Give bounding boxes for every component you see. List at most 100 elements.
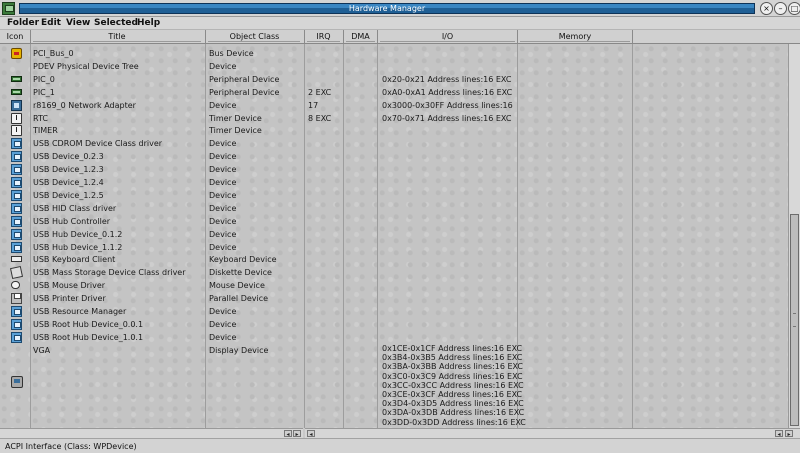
minimize-icon[interactable]: – bbox=[774, 2, 787, 15]
title-drag-bar[interactable]: Hardware Manager bbox=[19, 3, 755, 14]
device-irq: 8 EXC bbox=[308, 113, 332, 123]
device-class: Device bbox=[209, 100, 237, 110]
device-row[interactable]: PIC_0 Peripheral Device 0x20-0x21 Address … bbox=[0, 73, 788, 86]
menu-folder[interactable]: Folder bbox=[7, 17, 39, 29]
device-irq bbox=[308, 241, 342, 254]
vga-io-range: 0x1CE-0x1CF Address lines:16 EXC bbox=[382, 344, 523, 353]
device-class: Device bbox=[209, 332, 237, 342]
device-io bbox=[382, 60, 516, 73]
status-text: ACPI Interface (Class: WPDevice) bbox=[5, 442, 137, 451]
device-row[interactable]: USB Mouse Driver Mouse Device bbox=[0, 279, 788, 292]
device-io bbox=[382, 163, 516, 176]
usb-icon bbox=[11, 151, 22, 163]
device-title: PDEV Physical Device Tree bbox=[33, 61, 139, 71]
close-icon[interactable]: × bbox=[760, 2, 773, 15]
device-io bbox=[382, 176, 516, 189]
scroll-left-icon[interactable]: ◂ bbox=[284, 430, 292, 438]
menu-edit[interactable]: Edit bbox=[41, 17, 61, 29]
device-title: TIMER bbox=[33, 126, 58, 136]
device-row[interactable]: USB Device_0.2.3 Device bbox=[0, 150, 788, 163]
title-bar[interactable]: Hardware Manager × – □ bbox=[0, 0, 800, 17]
usb-icon bbox=[11, 177, 22, 188]
device-row[interactable]: PDEV Physical Device Tree Device bbox=[0, 60, 788, 73]
device-io bbox=[382, 279, 516, 292]
device-class: Keyboard Device bbox=[209, 255, 277, 265]
vertical-scroll-thumb[interactable] bbox=[790, 214, 799, 426]
device-class: Device bbox=[209, 216, 237, 226]
device-irq bbox=[308, 305, 342, 318]
device-row[interactable]: USB Hub Controller Device bbox=[0, 215, 788, 228]
device-io bbox=[382, 266, 516, 279]
device-row[interactable]: r8169_0 Network Adapter Device 17 0x3000-0x… bbox=[0, 99, 788, 112]
device-row[interactable]: USB Mass Storage Device Class driver Disk… bbox=[0, 266, 788, 280]
device-title: USB Device_0.2.3 bbox=[33, 152, 104, 162]
device-io: 0xA0-0xA1 Address lines:16 EXC bbox=[382, 87, 513, 97]
device-irq bbox=[308, 150, 342, 163]
scroll-right-icon[interactable]: ▸ bbox=[293, 430, 301, 438]
device-list: PCI_Bus_0 Bus Device PDEV Physical Device … bbox=[0, 44, 788, 428]
horizontal-scrollbar-left[interactable]: ◂ ▸ bbox=[0, 428, 303, 438]
device-class: Device bbox=[209, 319, 237, 329]
device-class: Display Device bbox=[209, 345, 269, 355]
column-header-icon[interactable]: Icon bbox=[0, 30, 30, 44]
device-irq bbox=[308, 279, 342, 292]
menu-help[interactable]: Help bbox=[137, 17, 160, 29]
menu-selected[interactable]: Selected bbox=[94, 17, 138, 29]
device-row[interactable]: USB Resource Manager Device bbox=[0, 305, 788, 318]
vga-io-range: 0x3C0-0x3C9 Address lines:16 EXC bbox=[382, 371, 523, 381]
device-row[interactable]: USB Device_1.2.3 Device bbox=[0, 163, 788, 176]
device-row[interactable]: USB Device_1.2.4 Device bbox=[0, 176, 788, 189]
usb-icon bbox=[11, 189, 22, 201]
header-underline bbox=[520, 41, 630, 42]
device-class: Parallel Device bbox=[209, 294, 269, 304]
device-io bbox=[382, 318, 516, 331]
device-row[interactable]: RTC Timer Device 8 EXC 0x70-0x71 Address li… bbox=[0, 112, 788, 125]
device-class: Device bbox=[209, 61, 237, 71]
device-row[interactable]: USB CDROM Device Class driver Device bbox=[0, 137, 788, 150]
device-row[interactable]: USB Root Hub Device_1.0.1 Device bbox=[0, 331, 788, 344]
device-title: USB Keyboard Client bbox=[33, 255, 116, 265]
device-class: Device bbox=[209, 190, 237, 200]
device-io bbox=[382, 215, 516, 228]
device-irq bbox=[308, 47, 342, 60]
device-io bbox=[382, 202, 516, 215]
device-row[interactable]: PIC_1 Peripheral Device 2 EXC 0xA0-0xA1 Add… bbox=[0, 86, 788, 99]
column-divider[interactable] bbox=[632, 30, 633, 44]
usb-icon bbox=[11, 318, 22, 330]
device-title: VGA bbox=[33, 345, 51, 355]
device-row[interactable]: USB Printer Driver Parallel Device bbox=[0, 292, 788, 305]
device-row[interactable]: USB Keyboard Client Keyboard Device bbox=[0, 253, 788, 266]
device-title: USB Root Hub Device_1.0.1 bbox=[33, 332, 144, 342]
device-irq bbox=[308, 344, 342, 357]
usb-icon bbox=[11, 138, 22, 150]
device-class: Device bbox=[209, 307, 237, 316]
device-row[interactable]: PCI_Bus_0 Bus Device bbox=[0, 47, 788, 60]
device-irq: 17 bbox=[308, 100, 319, 110]
scroll-left-icon[interactable]: ◂ bbox=[775, 430, 783, 438]
device-class: Timer Device bbox=[209, 126, 262, 136]
maximize-icon[interactable]: □ bbox=[788, 2, 800, 15]
device-io bbox=[382, 331, 516, 344]
device-title: USB CDROM Device Class driver bbox=[33, 139, 163, 149]
scroll-right-icon[interactable]: ▸ bbox=[785, 430, 793, 438]
device-row[interactable]: USB HID Class driver Device bbox=[0, 202, 788, 215]
device-row[interactable]: USB Root Hub Device_0.0.1 Device bbox=[0, 318, 788, 331]
vertical-scrollbar[interactable] bbox=[788, 44, 800, 428]
device-row[interactable]: USB Device_1.2.5 Device bbox=[0, 189, 788, 202]
scroll-left-icon[interactable]: ◂ bbox=[307, 430, 315, 438]
device-class: Device bbox=[209, 229, 237, 239]
device-irq bbox=[308, 163, 342, 176]
header-underline bbox=[208, 41, 300, 42]
device-title: RTC bbox=[33, 113, 48, 123]
device-row[interactable]: TIMER Timer Device bbox=[0, 124, 788, 137]
device-class: Device bbox=[209, 203, 237, 213]
horizontal-scrollbar-right[interactable]: ◂ ◂ ▸ bbox=[305, 428, 800, 438]
menu-view[interactable]: View bbox=[66, 17, 90, 29]
device-row[interactable]: USB Hub Device_0.1.2 Device bbox=[0, 228, 788, 241]
device-io bbox=[382, 241, 516, 254]
window-title: Hardware Manager bbox=[348, 4, 426, 13]
usb-icon bbox=[11, 241, 22, 253]
app-icon[interactable] bbox=[2, 2, 15, 15]
device-class: Bus Device bbox=[209, 49, 254, 58]
device-row[interactable]: USB Hub Device_1.1.2 Device bbox=[0, 241, 788, 254]
